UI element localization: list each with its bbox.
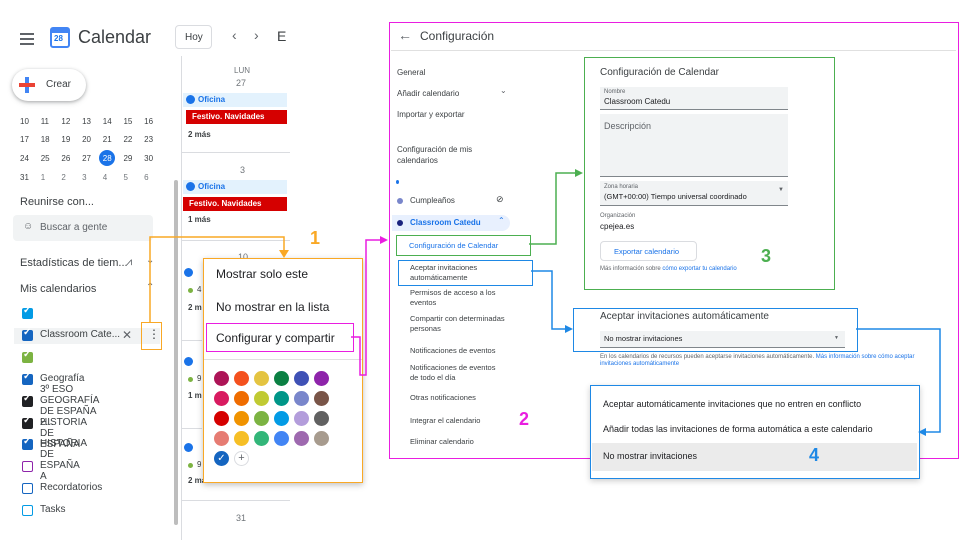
- blue-connector: [531, 270, 565, 330]
- orange-connector: [149, 236, 285, 322]
- blue-arrowhead: [565, 325, 573, 333]
- green-arrowhead: [575, 169, 583, 177]
- blue-arrowhead-2: [918, 428, 926, 436]
- magenta-connector: [351, 239, 380, 376]
- blue-connector-2: [856, 328, 941, 433]
- magenta-arrowhead: [380, 236, 388, 244]
- annotation-connectors: [149, 169, 941, 436]
- orange-arrowhead: [279, 250, 289, 258]
- green-connector: [529, 172, 575, 245]
